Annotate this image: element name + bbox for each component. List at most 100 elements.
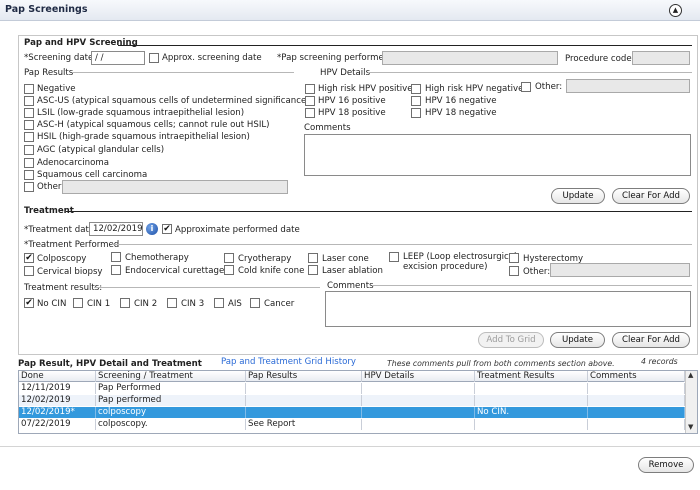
hpv-18-positive-checkbox[interactable] xyxy=(305,108,315,118)
pap-comments-label: Comments xyxy=(304,123,351,133)
hysterectomy-checkbox[interactable] xyxy=(509,253,519,263)
leep-checkbox[interactable] xyxy=(389,252,399,262)
treatment-result-label: Cancer xyxy=(264,299,295,309)
grid-history-link[interactable]: Pap and Treatment Grid History xyxy=(221,357,356,367)
hpv-high-risk-negative-checkbox[interactable] xyxy=(411,84,421,94)
grid-scrollbar[interactable]: ▲ ▼ xyxy=(685,371,697,433)
treatment-result-label: CIN 2 xyxy=(134,299,158,309)
hpv-other-checkbox[interactable] xyxy=(521,82,531,92)
treatment-other-label: Other: xyxy=(523,267,551,277)
hpv-16-negative-checkbox[interactable] xyxy=(411,96,421,106)
laser-cone-checkbox[interactable] xyxy=(308,253,318,263)
pap-result-other-checkbox[interactable] xyxy=(24,182,34,192)
cervical-biopsy-checkbox[interactable] xyxy=(24,266,34,276)
treatment-option-label: Cryotherapy xyxy=(238,254,292,264)
grid-column-header[interactable]: Comments xyxy=(588,371,685,382)
pap-result-asch-checkbox[interactable] xyxy=(24,120,34,130)
scroll-up-icon[interactable]: ▲ xyxy=(688,371,693,379)
pap-result-label: ASC-US (atypical squamous cells of undet… xyxy=(37,96,310,106)
grid-title: Pap Result, HPV Detail and Treatment xyxy=(18,359,202,369)
ais-checkbox[interactable] xyxy=(214,298,224,308)
remove-button[interactable]: Remove xyxy=(638,457,694,473)
pap-result-label: Adenocarcinoma xyxy=(37,158,109,168)
pap-comments-textarea[interactable] xyxy=(304,134,691,176)
laser-ablation-checkbox[interactable] xyxy=(308,265,318,275)
info-icon[interactable]: i xyxy=(146,223,158,235)
grid-column-header[interactable]: Pap Results xyxy=(246,371,362,382)
pap-result-hsil-checkbox[interactable] xyxy=(24,132,34,142)
procedure-code-input[interactable] xyxy=(632,51,690,65)
treatment-results-divider xyxy=(94,287,320,288)
pap-result-label: AGC (atypical glandular cells) xyxy=(37,145,165,155)
pap-result-other-input[interactable] xyxy=(62,180,288,194)
pap-performed-input[interactable] xyxy=(382,51,558,65)
treatment-option-label: Cold knife cone xyxy=(238,266,305,276)
colposcopy-checkbox[interactable]: ✔ xyxy=(24,253,34,263)
grid-cell xyxy=(588,383,685,394)
grid-cell xyxy=(362,419,475,430)
pap-result-lsil-checkbox[interactable] xyxy=(24,108,34,118)
endocervical-curettage-checkbox[interactable] xyxy=(111,265,121,275)
table-row-selected[interactable]: 12/02/2019* colposcopy No CIN. xyxy=(19,407,685,418)
treatment-result-label: No CIN xyxy=(37,299,67,309)
pap-result-squamous-checkbox[interactable] xyxy=(24,170,34,180)
results-grid: Done Screening / Treatment Pap Results H… xyxy=(18,370,698,434)
treatment-option-label: Laser ablation xyxy=(322,266,383,276)
grid-cell: Pap performed xyxy=(96,395,246,406)
pap-clear-button[interactable]: Clear For Add xyxy=(612,188,690,204)
grid-cell xyxy=(362,407,475,418)
cryotherapy-checkbox[interactable] xyxy=(224,253,234,263)
grid-column-header[interactable]: Screening / Treatment xyxy=(96,371,246,382)
treatment-date-input[interactable]: 12/02/2019 xyxy=(89,222,143,236)
grid-column-header[interactable]: HPV Details xyxy=(362,371,475,382)
cin2-checkbox[interactable] xyxy=(120,298,130,308)
treatment-section-divider xyxy=(66,211,692,212)
pap-result-label: Negative xyxy=(37,84,76,94)
pap-result-other-label: Other: xyxy=(37,182,65,192)
pap-result-negative-checkbox[interactable] xyxy=(24,84,34,94)
treatment-comments-divider xyxy=(372,285,692,286)
scroll-down-icon[interactable]: ▼ xyxy=(688,423,693,431)
hpv-16-positive-checkbox[interactable] xyxy=(305,96,315,106)
treatment-other-input[interactable] xyxy=(550,263,690,277)
cancer-checkbox[interactable] xyxy=(250,298,260,308)
table-row[interactable]: 12/11/2019 Pap Performed xyxy=(19,383,685,394)
treatment-update-button[interactable]: Update xyxy=(550,332,605,348)
grid-column-header[interactable]: Done xyxy=(19,371,96,382)
no-cin-checkbox[interactable]: ✔ xyxy=(24,298,34,308)
cin3-checkbox[interactable] xyxy=(167,298,177,308)
pap-result-agc-checkbox[interactable] xyxy=(24,145,34,155)
grid-header-row: Done Screening / Treatment Pap Results H… xyxy=(19,371,685,382)
treatment-comments-textarea[interactable] xyxy=(325,291,691,327)
hpv-18-negative-checkbox[interactable] xyxy=(411,108,421,118)
grid-cell xyxy=(362,383,475,394)
hpv-high-risk-positive-checkbox[interactable] xyxy=(305,84,315,94)
chemotherapy-checkbox[interactable] xyxy=(111,252,121,262)
approx-screening-checkbox[interactable] xyxy=(149,53,159,63)
table-row[interactable]: 12/02/2019 Pap performed xyxy=(19,395,685,406)
grid-cell xyxy=(475,383,588,394)
cold-knife-cone-checkbox[interactable] xyxy=(224,265,234,275)
grid-cell: colposcopy. xyxy=(96,419,246,430)
cin1-checkbox[interactable] xyxy=(73,298,83,308)
hpv-other-input[interactable] xyxy=(566,79,690,93)
pap-result-adenocarcinoma-checkbox[interactable] xyxy=(24,158,34,168)
treatment-clear-button[interactable]: Clear For Add xyxy=(612,332,690,348)
table-row[interactable]: 07/22/2019 colposcopy. See Report xyxy=(19,419,685,430)
screening-date-input[interactable]: / / xyxy=(91,51,145,65)
treatment-option-label: Laser cone xyxy=(322,254,369,264)
add-to-grid-button[interactable]: Add To Grid xyxy=(478,332,544,348)
treatment-other-checkbox[interactable] xyxy=(509,266,519,276)
hpv-details-divider xyxy=(368,72,692,73)
footer-divider xyxy=(0,446,700,447)
approx-performed-checkbox[interactable]: ✔ xyxy=(162,224,172,234)
page-title: Pap Screenings xyxy=(5,4,88,15)
collapse-icon[interactable]: ▲ xyxy=(669,4,682,17)
hpv-other-label: Other: xyxy=(535,82,563,92)
pap-result-ascus-checkbox[interactable] xyxy=(24,96,34,106)
screening-date-label: *Screening date: xyxy=(24,53,97,63)
grid-column-header[interactable]: Treatment Results xyxy=(475,371,588,382)
treatment-option-label: Colposcopy xyxy=(37,254,87,264)
pap-update-button[interactable]: Update xyxy=(551,188,605,204)
record-count: 4 records xyxy=(641,357,678,366)
